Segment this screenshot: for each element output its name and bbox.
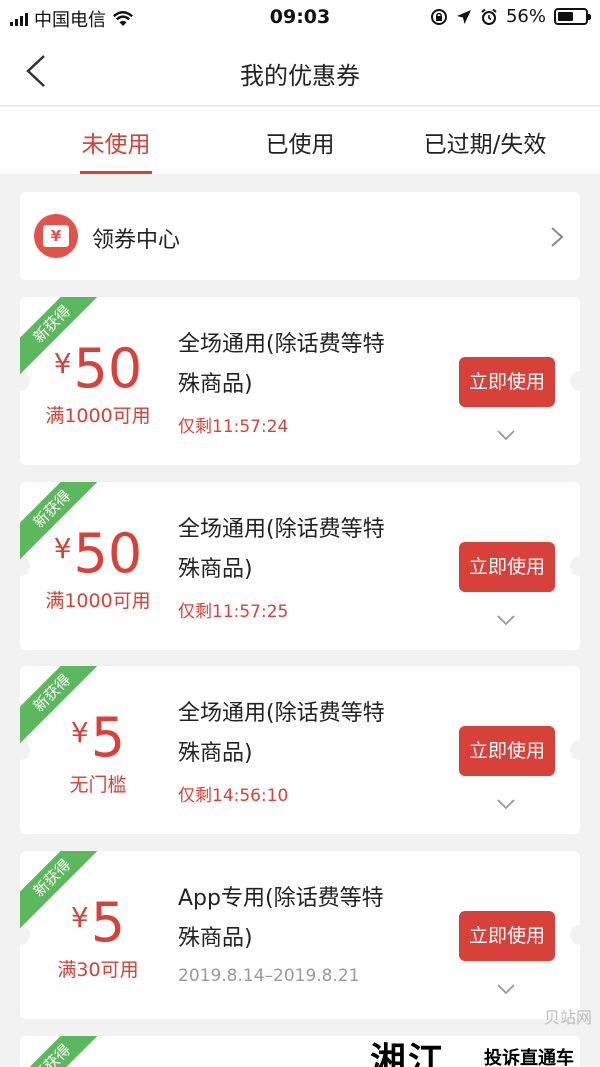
description-line: 殊商品) bbox=[178, 926, 253, 951]
coupon-validity: 2019.8.14–2019.8.21 bbox=[178, 966, 360, 986]
coupon-condition: 满1000可用 bbox=[45, 405, 151, 427]
currency-symbol: ¥ bbox=[70, 716, 89, 749]
new-badge: 新获得 bbox=[20, 1036, 108, 1067]
coupon-card: 新获得 ¥5 无门槛 全场通用(除话费等特 殊商品) 仅剩14:56:10 立即… bbox=[20, 666, 580, 834]
active-tab-indicator bbox=[80, 171, 152, 174]
coupon-description: 全场通用(除话费等特 殊商品) bbox=[178, 325, 438, 405]
tab-used[interactable]: 已使用 bbox=[244, 125, 356, 159]
chevron-down-icon[interactable] bbox=[496, 429, 516, 441]
description-line: 全场通用(除话费等特 bbox=[178, 701, 385, 726]
tab-unused[interactable]: 未使用 bbox=[60, 125, 172, 159]
amount-value: 50 bbox=[73, 337, 143, 400]
currency-symbol: ¥ bbox=[53, 347, 72, 380]
ticket-notch bbox=[570, 740, 580, 760]
amount-value: 5 bbox=[90, 891, 126, 954]
description-line: 全场通用(除话费等特 bbox=[178, 332, 385, 357]
watermark-corner: 贝站网 bbox=[543, 1008, 592, 1027]
coupon-card: 新获得 ¥50 满1000可用 全场通用(除话费等特 殊商品) 仅剩11:57:… bbox=[20, 297, 580, 465]
currency-symbol: ¥ bbox=[53, 532, 72, 565]
watermark-text: 投诉直通车 bbox=[484, 1048, 574, 1067]
coupon-description: 全场通用(除话费等特 殊商品) bbox=[178, 694, 438, 774]
coupon-center-row[interactable]: ¥ 领券中心 bbox=[20, 192, 580, 280]
coupon-card: 新获得 ¥50 满1000可用 全场通用(除话费等特 殊商品) 仅剩11:57:… bbox=[20, 482, 580, 650]
use-now-button[interactable]: 立即使用 bbox=[459, 357, 555, 407]
coupon-icon: ¥ bbox=[34, 214, 78, 258]
use-now-button[interactable]: 立即使用 bbox=[459, 542, 555, 592]
rotation-lock-icon bbox=[430, 8, 447, 25]
currency-symbol: ¥ bbox=[70, 901, 89, 934]
ticket-notch bbox=[570, 556, 580, 576]
chevron-down-icon[interactable] bbox=[496, 798, 516, 810]
coupon-condition: 满1000可用 bbox=[45, 590, 151, 612]
coupon-validity: 仅剩11:57:24 bbox=[178, 417, 289, 437]
coupon-card: 新获得 ¥5 满30可用 App专用(除话费等特 殊商品) 2019.8.14–… bbox=[20, 851, 580, 1019]
coupon-center-label: 领券中心 bbox=[92, 228, 181, 253]
use-now-button[interactable]: 立即使用 bbox=[459, 911, 555, 961]
coupon-condition: 满30可用 bbox=[57, 959, 139, 981]
description-line: 全场通用(除话费等特 bbox=[178, 517, 385, 542]
amount-value: 5 bbox=[90, 706, 126, 769]
tab-bar: 未使用 已使用 已过期/失效 bbox=[0, 107, 600, 174]
coupon-amount: ¥5 bbox=[20, 891, 176, 954]
description-line: 殊商品) bbox=[178, 557, 253, 582]
coupon-condition: 无门槛 bbox=[69, 774, 127, 796]
coupon-description: App专用(除话费等特 殊商品) bbox=[178, 879, 438, 959]
coupon-amount: ¥5 bbox=[20, 706, 176, 769]
chevron-right-icon bbox=[551, 227, 564, 247]
location-icon bbox=[456, 9, 471, 24]
nav-bar: 我的优惠券 bbox=[0, 36, 600, 106]
amount-value: 50 bbox=[73, 522, 143, 585]
tab-expired[interactable]: 已过期/失效 bbox=[400, 125, 570, 159]
coupon-validity: 仅剩11:57:25 bbox=[178, 602, 289, 622]
page-title: 我的优惠券 bbox=[240, 62, 360, 90]
coupon-description: 全场通用(除话费等特 殊商品) bbox=[178, 510, 438, 590]
battery-icon bbox=[554, 8, 591, 25]
status-bar: 中国电信 09:03 56% bbox=[0, 0, 600, 36]
watermark-logo: 湘江 bbox=[370, 1041, 447, 1067]
description-line: App专用(除话费等特 bbox=[178, 886, 384, 911]
coupon-validity: 仅剩14:56:10 bbox=[178, 786, 289, 806]
coupon-amount: ¥50 bbox=[20, 337, 176, 400]
alarm-icon bbox=[481, 8, 497, 25]
ticket-notch bbox=[570, 925, 580, 945]
chevron-down-icon[interactable] bbox=[496, 614, 516, 626]
use-now-button[interactable]: 立即使用 bbox=[459, 726, 555, 776]
chevron-down-icon[interactable] bbox=[496, 983, 516, 995]
ticket-notch bbox=[570, 371, 580, 391]
coupon-icon-glyph: ¥ bbox=[43, 225, 69, 247]
battery-percent: 56% bbox=[505, 6, 546, 27]
description-line: 殊商品) bbox=[178, 741, 253, 766]
coupon-amount: ¥50 bbox=[20, 522, 176, 585]
description-line: 殊商品) bbox=[178, 372, 253, 397]
